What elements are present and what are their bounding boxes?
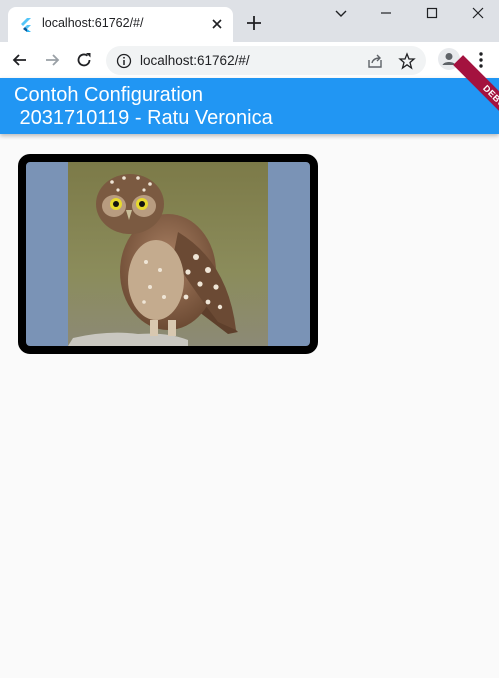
minimize-icon[interactable] <box>378 5 394 21</box>
url-text[interactable]: localhost:61762/#/ <box>140 53 250 68</box>
tab-title: localhost:61762/#/ <box>42 16 144 30</box>
browser-tab[interactable]: localhost:61762/#/ <box>8 7 233 42</box>
new-tab-icon[interactable] <box>245 14 263 32</box>
address-bar[interactable]: localhost:61762/#/ <box>106 46 426 75</box>
info-icon[interactable] <box>116 53 132 69</box>
close-icon[interactable] <box>209 16 225 32</box>
close-window-icon[interactable] <box>470 5 486 21</box>
app-title-line2: 2031710119 - Ratu Veronica <box>14 107 273 129</box>
maximize-icon[interactable] <box>424 5 440 21</box>
kebab-menu-icon[interactable] <box>474 51 488 69</box>
chevron-down-icon[interactable] <box>333 5 349 21</box>
reload-icon[interactable] <box>74 50 94 70</box>
star-icon[interactable] <box>398 52 416 70</box>
owl-image <box>68 162 268 346</box>
browser-toolbar: localhost:61762/#/ <box>0 42 499 78</box>
browser-tab-strip: localhost:61762/#/ <box>0 0 499 42</box>
back-arrow-icon[interactable] <box>10 50 30 70</box>
forward-arrow-icon[interactable] <box>42 50 62 70</box>
app-bar: Contoh Configuration 2031710119 - Ratu V… <box>0 78 499 134</box>
app-title-line1: Contoh Configuration <box>14 84 204 106</box>
flutter-favicon-icon <box>21 18 31 32</box>
owl-image-frame <box>18 154 318 354</box>
share-icon[interactable] <box>366 52 384 70</box>
